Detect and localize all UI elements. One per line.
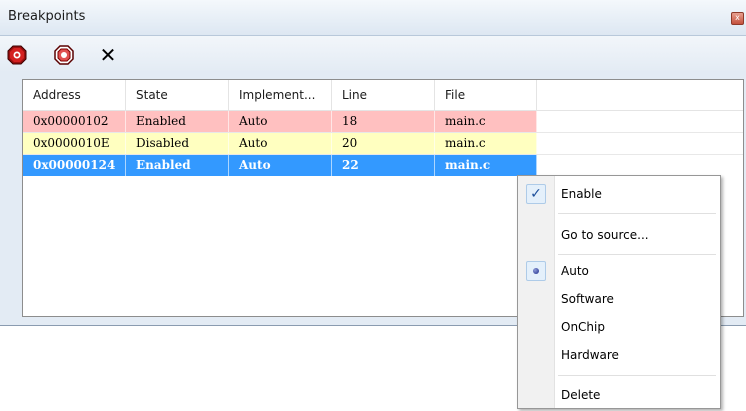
context-menu: ✓ Enable Go to source... Auto Software O… (517, 175, 721, 409)
cell-address: 0x0000010E (23, 133, 126, 154)
disable-breakpoint-button[interactable] (53, 44, 75, 66)
menu-item-label: Auto (561, 264, 589, 278)
cell-implementation: Auto (229, 155, 332, 176)
toolbar: ✕ (0, 36, 746, 72)
cell-file: main.c (435, 155, 537, 176)
table-row-selected[interactable]: 0x00000124 Enabled Auto 22 main.c (23, 155, 743, 177)
title-bar: Breakpoints x (0, 0, 746, 36)
menu-item-label: Software (561, 292, 614, 306)
menu-item-software[interactable]: Software (518, 287, 720, 311)
close-button[interactable]: x (731, 12, 744, 25)
column-header-line[interactable]: Line (332, 80, 435, 110)
delete-icon: ✕ (99, 43, 117, 67)
cell-state: Enabled (126, 111, 229, 132)
column-header-filler (537, 80, 743, 110)
menu-separator (558, 254, 716, 255)
cell-line: 20 (332, 133, 435, 154)
menu-item-auto[interactable]: Auto (518, 259, 720, 283)
cell-address: 0x00000124 (23, 155, 126, 176)
cell-file: main.c (435, 111, 537, 132)
column-header-file[interactable]: File (435, 80, 537, 110)
menu-item-label: Enable (561, 187, 602, 201)
radio-dot (533, 268, 539, 274)
menu-item-label: Hardware (561, 348, 619, 362)
cell-state: Disabled (126, 133, 229, 154)
enable-breakpoint-button[interactable] (6, 44, 28, 66)
breakpoint-red-icon (7, 45, 27, 65)
menu-item-delete[interactable]: Delete (518, 383, 720, 407)
cell-state: Enabled (126, 155, 229, 176)
menu-item-onchip[interactable]: OnChip (518, 315, 720, 339)
menu-item-label: OnChip (561, 320, 605, 334)
cell-line: 22 (332, 155, 435, 176)
menu-item-label: Delete (561, 388, 601, 402)
menu-separator (558, 213, 716, 214)
menu-separator (558, 375, 716, 376)
delete-breakpoint-button[interactable]: ✕ (97, 44, 119, 66)
cell-implementation: Auto (229, 111, 332, 132)
cell-line: 18 (332, 111, 435, 132)
table-row[interactable]: 0x0000010E Disabled Auto 20 main.c (23, 133, 743, 155)
column-header-state[interactable]: State (126, 80, 229, 110)
close-icon: x (735, 13, 740, 22)
radio-bullet-icon (526, 261, 546, 281)
menu-item-enable[interactable]: ✓ Enable (518, 182, 720, 206)
menu-item-go-to-source[interactable]: Go to source... (518, 223, 720, 247)
menu-item-hardware[interactable]: Hardware (518, 343, 720, 367)
breakpoint-hollow-icon (54, 45, 74, 65)
cell-implementation: Auto (229, 133, 332, 154)
column-header-row: Address State Implement... Line File (23, 80, 743, 111)
column-header-address[interactable]: Address (23, 80, 126, 110)
cell-address: 0x00000102 (23, 111, 126, 132)
cell-file: main.c (435, 133, 537, 154)
table-row[interactable]: 0x00000102 Enabled Auto 18 main.c (23, 111, 743, 133)
checkmark-icon: ✓ (526, 184, 546, 204)
window-title: Breakpoints (8, 9, 86, 24)
menu-item-label: Go to source... (561, 228, 649, 242)
column-header-implementation[interactable]: Implement... (229, 80, 332, 110)
